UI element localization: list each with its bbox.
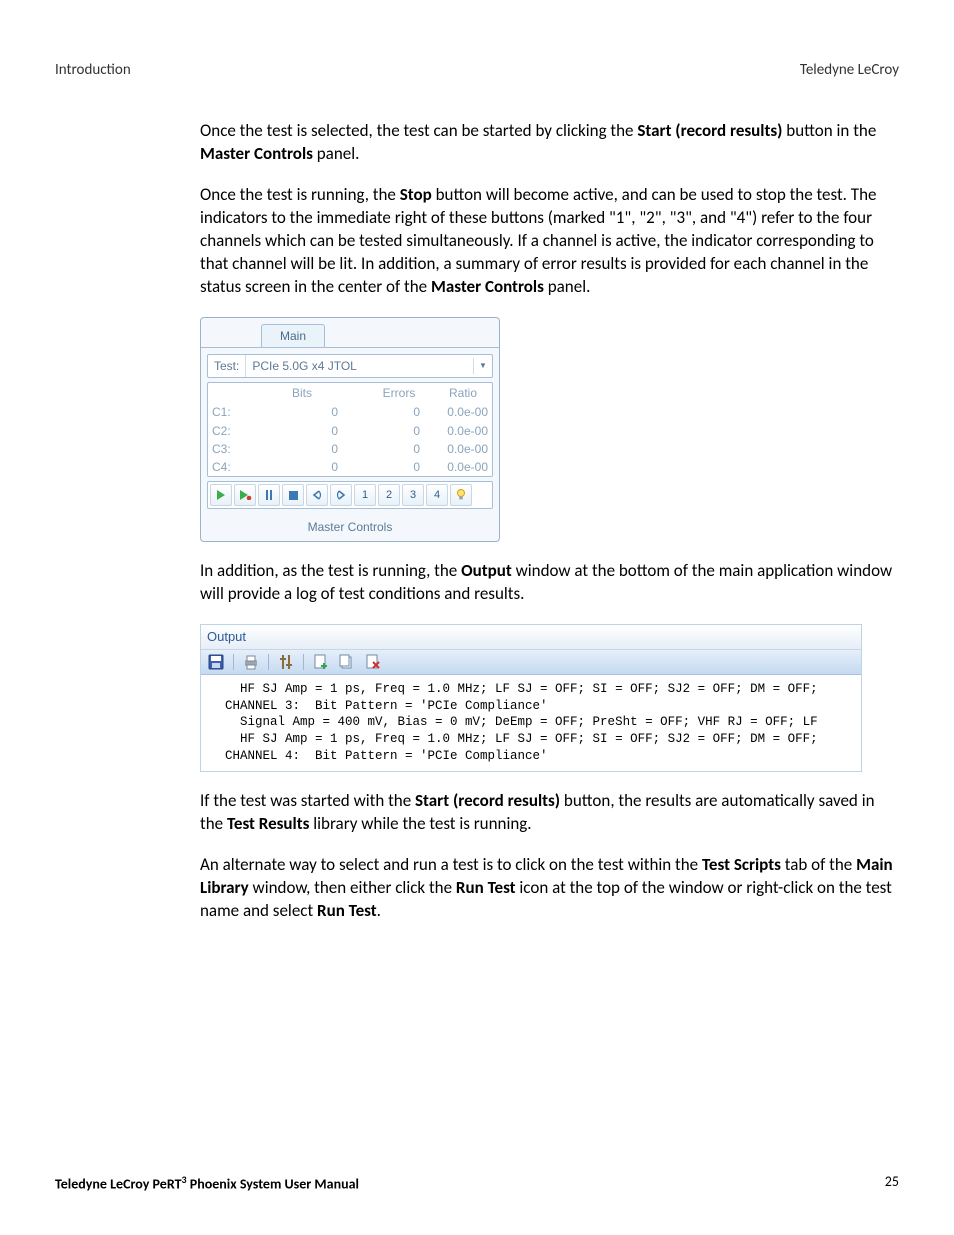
col-bits: Bits [240, 383, 364, 403]
hint-button[interactable] [450, 484, 472, 506]
text: tab of the [781, 854, 856, 875]
doc-delete-icon[interactable] [364, 653, 382, 671]
bold: Run Test [317, 900, 377, 921]
paragraph-5: An alternate way to select and run a tes… [200, 854, 899, 923]
loop-right-button[interactable] [330, 484, 352, 506]
record-button[interactable] [234, 484, 256, 506]
channel-label: C4: [208, 458, 248, 476]
test-value: PCIe 5.0G x4 JTOL [246, 355, 473, 377]
paragraph-1: Once the test is selected, the test can … [200, 120, 899, 166]
paragraph-4: If the test was started with the Start (… [200, 790, 899, 836]
doc-add-icon[interactable] [312, 653, 330, 671]
page-footer: Teledyne LeCroy PeRT3 Phoenix System Use… [55, 1173, 899, 1195]
bits-value: 0 [248, 422, 344, 440]
bold: Output [461, 560, 512, 581]
table-row: C3:000.0e-00 [208, 440, 492, 458]
chevron-down-icon[interactable]: ▼ [473, 358, 492, 375]
text: button in the [782, 120, 876, 141]
master-controls-panel: Main Test: PCIe 5.0G x4 JTOL ▼ Bits Erro… [200, 317, 500, 543]
bits-value: 0 [248, 403, 344, 421]
running-header: Introduction Teledyne LeCroy [55, 60, 899, 80]
output-toolbar [201, 650, 861, 675]
bold: Test Scripts [702, 854, 781, 875]
errors-value: 0 [344, 422, 426, 440]
col-ratio: Ratio [434, 383, 492, 403]
ratio-value: 0.0e-00 [426, 440, 492, 458]
pause-button[interactable] [258, 484, 280, 506]
errors-value: 0 [344, 403, 426, 421]
channel-label: C1: [208, 403, 248, 421]
text: If the test was started with the [200, 790, 415, 811]
bold: Start (record results) [637, 120, 782, 141]
tab-row: Main [201, 318, 499, 347]
table-row: C4:000.0e-00 [208, 458, 492, 476]
channel-4-indicator[interactable]: 4 [426, 484, 448, 506]
text: panel. [544, 276, 591, 297]
save-icon[interactable] [207, 653, 225, 671]
settings-icon[interactable] [277, 653, 295, 671]
bold: Master Controls [431, 276, 544, 297]
footer-title: Teledyne LeCroy PeRT3 Phoenix System Use… [55, 1173, 359, 1195]
errors-value: 0 [344, 458, 426, 476]
header-left: Introduction [55, 60, 131, 80]
page-content: Once the test is selected, the test can … [200, 120, 899, 923]
text: Phoenix System User Manual [187, 1176, 359, 1193]
ratio-value: 0.0e-00 [426, 458, 492, 476]
bits-value: 0 [248, 440, 344, 458]
text: Once the test is selected, the test can … [200, 120, 637, 141]
output-log: HF SJ Amp = 1 ps, Freq = 1.0 MHz; LF SJ … [201, 675, 861, 771]
paragraph-2: Once the test is running, the Stop butto… [200, 184, 899, 299]
text: In addition, as the test is running, the [200, 560, 461, 581]
channel-3-indicator[interactable]: 3 [402, 484, 424, 506]
tab-main[interactable]: Main [261, 324, 325, 347]
text: panel. [313, 143, 360, 164]
channel-1-indicator[interactable]: 1 [354, 484, 376, 506]
errors-value: 0 [344, 440, 426, 458]
master-controls-footer: Master Controls [201, 515, 499, 541]
col-errors: Errors [364, 383, 434, 403]
ratio-value: 0.0e-00 [426, 403, 492, 421]
page-number: 25 [885, 1173, 899, 1195]
output-title: Output [201, 625, 861, 650]
channel-2-indicator[interactable]: 2 [378, 484, 400, 506]
text: library while the test is running. [309, 813, 531, 834]
text: Teledyne LeCroy PeRT [55, 1176, 182, 1193]
text: . [377, 900, 381, 921]
print-icon[interactable] [242, 653, 260, 671]
loop-left-button[interactable] [306, 484, 328, 506]
text: Once the test is running, the [200, 184, 400, 205]
separator [233, 654, 234, 670]
stop-button[interactable] [282, 484, 304, 506]
bold: Stop [400, 184, 432, 205]
channel-label: C3: [208, 440, 248, 458]
header-right: Teledyne LeCroy [800, 60, 899, 80]
bold: Start (record results) [415, 790, 560, 811]
table-row: C2:000.0e-00 [208, 422, 492, 440]
bold: Test Results [227, 813, 309, 834]
paragraph-3: In addition, as the test is running, the… [200, 560, 899, 606]
text: An alternate way to select and run a tes… [200, 854, 702, 875]
text: window, then either click the [249, 877, 456, 898]
table-row: C1:000.0e-00 [208, 403, 492, 421]
doc-stack-icon[interactable] [338, 653, 356, 671]
test-selector[interactable]: Test: PCIe 5.0G x4 JTOL ▼ [207, 354, 493, 378]
master-controls-toolbar: 1 2 3 4 [207, 481, 493, 509]
channel-label: C2: [208, 422, 248, 440]
play-button[interactable] [210, 484, 232, 506]
test-label: Test: [208, 355, 246, 377]
output-panel: Output HF SJ Amp = 1 ps, [200, 624, 862, 772]
separator [303, 654, 304, 670]
bold: Run Test [456, 877, 516, 898]
ratio-value: 0.0e-00 [426, 422, 492, 440]
bits-value: 0 [248, 458, 344, 476]
bold: Master Controls [200, 143, 313, 164]
channel-table: Bits Errors Ratio C1:000.0e-00C2:000.0e-… [207, 382, 493, 477]
table-header: Bits Errors Ratio [208, 383, 492, 403]
separator [268, 654, 269, 670]
